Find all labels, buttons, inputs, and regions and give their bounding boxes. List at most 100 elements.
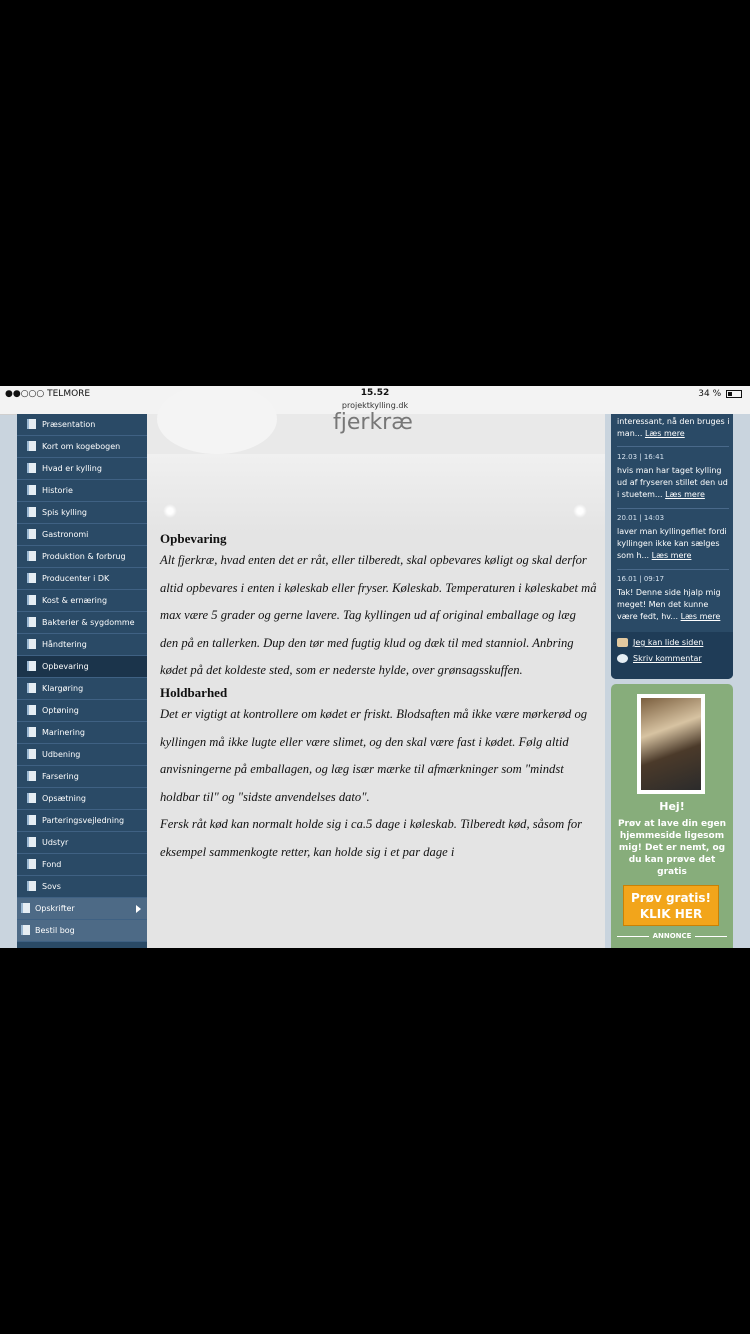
article: Opbevaring Alt fjerkræ, hvad enten det e…	[160, 531, 597, 867]
page-icon	[27, 749, 36, 759]
nav-item-praesentation[interactable]: Præsentation	[17, 414, 147, 436]
profile-photo	[637, 694, 705, 794]
button-line-1: Prøv gratis!	[630, 891, 712, 905]
read-more-link[interactable]: Læs mere	[681, 612, 721, 621]
battery-label: 34 %	[698, 389, 722, 399]
promo-text: Prøv at lave din egen hjemmeside ligesom…	[617, 819, 727, 877]
nav-item-opbevaring[interactable]: Opbevaring	[17, 656, 147, 678]
nav-item-opsaetning[interactable]: Opsætning	[17, 788, 147, 810]
thumbs-up-icon	[617, 638, 628, 647]
nav-item-hvad-er-kylling[interactable]: Hvad er kylling	[17, 458, 147, 480]
page-icon	[27, 463, 36, 473]
nav-item-optoening[interactable]: Optøning	[17, 700, 147, 722]
address-bar[interactable]: projektkylling.dk	[0, 401, 750, 410]
nav-label: Optøning	[42, 706, 79, 715]
header-glow	[147, 454, 605, 534]
nav-label: Producenter i DK	[42, 574, 110, 583]
nav-label: Klargøring	[42, 684, 84, 693]
nav-item-produktion[interactable]: Produktion & forbrug	[17, 546, 147, 568]
page-icon	[27, 595, 36, 605]
page-banner: fjerkræ	[147, 386, 605, 455]
battery-indicator: 34 %	[698, 389, 742, 399]
comment-meta: 12.03 | 16:41	[617, 453, 665, 461]
section-heading-holdbarhed: Holdbarhed	[160, 684, 228, 700]
browser-screen: ●●○○○ TELMORE 15.52 projektkylling.dk 34…	[0, 386, 750, 948]
page-icon	[21, 903, 30, 913]
nav-item-udstyr[interactable]: Udstyr	[17, 832, 147, 854]
page-icon	[27, 815, 36, 825]
nav-item-spis-kylling[interactable]: Spis kylling	[17, 502, 147, 524]
nav-item-historie[interactable]: Historie	[17, 480, 147, 502]
like-page-link[interactable]: Jeg kan lide siden	[617, 636, 703, 650]
page-icon	[27, 859, 36, 869]
nav-label: Opsætning	[42, 794, 86, 803]
banner-decoration	[157, 386, 277, 454]
nav-item-udbening[interactable]: Udbening	[17, 744, 147, 766]
page-icon	[27, 507, 36, 517]
nav-label: Kort om kogebogen	[42, 442, 121, 451]
nav-item-haandtering[interactable]: Håndtering	[17, 634, 147, 656]
nav-label: Fond	[42, 860, 62, 869]
clock: 15.52	[360, 388, 390, 398]
chevron-right-icon	[136, 905, 141, 913]
nav-label: Opbevaring	[42, 662, 89, 671]
glow-dot	[163, 504, 177, 518]
photo-image	[641, 698, 701, 790]
page-icon	[27, 551, 36, 561]
write-comment-label: Skriv kommentar	[633, 654, 702, 663]
page-icon	[27, 529, 36, 539]
nav-label: Håndtering	[42, 640, 87, 649]
banner-title: fjerkræ	[333, 410, 413, 435]
nav-item-kost[interactable]: Kost & ernæring	[17, 590, 147, 612]
main-content: fjerkræ Opbevaring Alt fjerkræ, hvad ent…	[147, 386, 605, 948]
nav-item-opskrifter[interactable]: Opskrifter	[17, 898, 147, 920]
page-icon	[27, 441, 36, 451]
nav-label: Udstyr	[42, 838, 69, 847]
nav-label: Opskrifter	[35, 904, 75, 913]
page-icon	[27, 793, 36, 803]
page-icon	[27, 771, 36, 781]
section-body-holdbarhed: Det er vigtigt at kontrollere om kødet e…	[160, 706, 588, 804]
write-comment-link[interactable]: Skriv kommentar	[617, 652, 702, 666]
section-body-opbevaring: Alt fjerkræ, hvad enten det er råt, elle…	[160, 553, 597, 678]
nav-item-klargoering[interactable]: Klargøring	[17, 678, 147, 700]
nav-item-marinering[interactable]: Marinering	[17, 722, 147, 744]
nav-label: Gastronomi	[42, 530, 89, 539]
nav-label: Hvad er kylling	[42, 464, 102, 473]
section-heading-opbevaring: Opbevaring	[160, 531, 227, 546]
read-more-link[interactable]: Læs mere	[652, 551, 692, 560]
like-label: Jeg kan lide siden	[633, 638, 704, 647]
nav-item-sovs[interactable]: Sovs	[17, 876, 147, 898]
nav-item-gastronomi[interactable]: Gastronomi	[17, 524, 147, 546]
nav-item-bestil-bog[interactable]: Bestil bog	[17, 920, 147, 942]
nav-label: Farsering	[42, 772, 79, 781]
promo-ad: Hej! Prøv at lave din egen hjemmeside li…	[611, 684, 733, 948]
page-icon	[27, 683, 36, 693]
section-body-holdbarhed-2: Fersk råt kød kan normalt holde sig i ca…	[160, 817, 583, 859]
page-icon	[27, 485, 36, 495]
nav-label: Sovs	[42, 882, 61, 891]
try-free-button[interactable]: Prøv gratis! KLIK HER	[623, 885, 719, 926]
nav-item-bakterier[interactable]: Bakterier & sygdomme	[17, 612, 147, 634]
sidebar-nav: Præsentation Kort om kogebogen Hvad er k…	[17, 414, 147, 948]
comment-entry: 16.01 | 09:17 Tak! Denne side hjalp mig …	[617, 573, 731, 623]
nav-label: Kost & ernæring	[42, 596, 108, 605]
nav-label: Præsentation	[42, 420, 96, 429]
nav-item-producenter[interactable]: Producenter i DK	[17, 568, 147, 590]
nav-label: Produktion & forbrug	[42, 552, 126, 561]
nav-item-fond[interactable]: Fond	[17, 854, 147, 876]
page-icon	[27, 881, 36, 891]
nav-label: Marinering	[42, 728, 85, 737]
page-icon	[27, 617, 36, 627]
ad-label: ANNONCE	[611, 932, 733, 940]
nav-item-parteringsvejledning[interactable]: Parteringsvejledning	[17, 810, 147, 832]
nav-item-farsering[interactable]: Farsering	[17, 766, 147, 788]
button-line-2: KLIK HER	[639, 907, 703, 921]
read-more-link[interactable]: Læs mere	[645, 429, 685, 438]
page-icon	[27, 639, 36, 649]
read-more-link[interactable]: Læs mere	[665, 490, 705, 499]
page-icon	[27, 573, 36, 583]
divider	[617, 446, 729, 447]
nav-item-kort-om-kogebogen[interactable]: Kort om kogebogen	[17, 436, 147, 458]
page-icon	[27, 705, 36, 715]
